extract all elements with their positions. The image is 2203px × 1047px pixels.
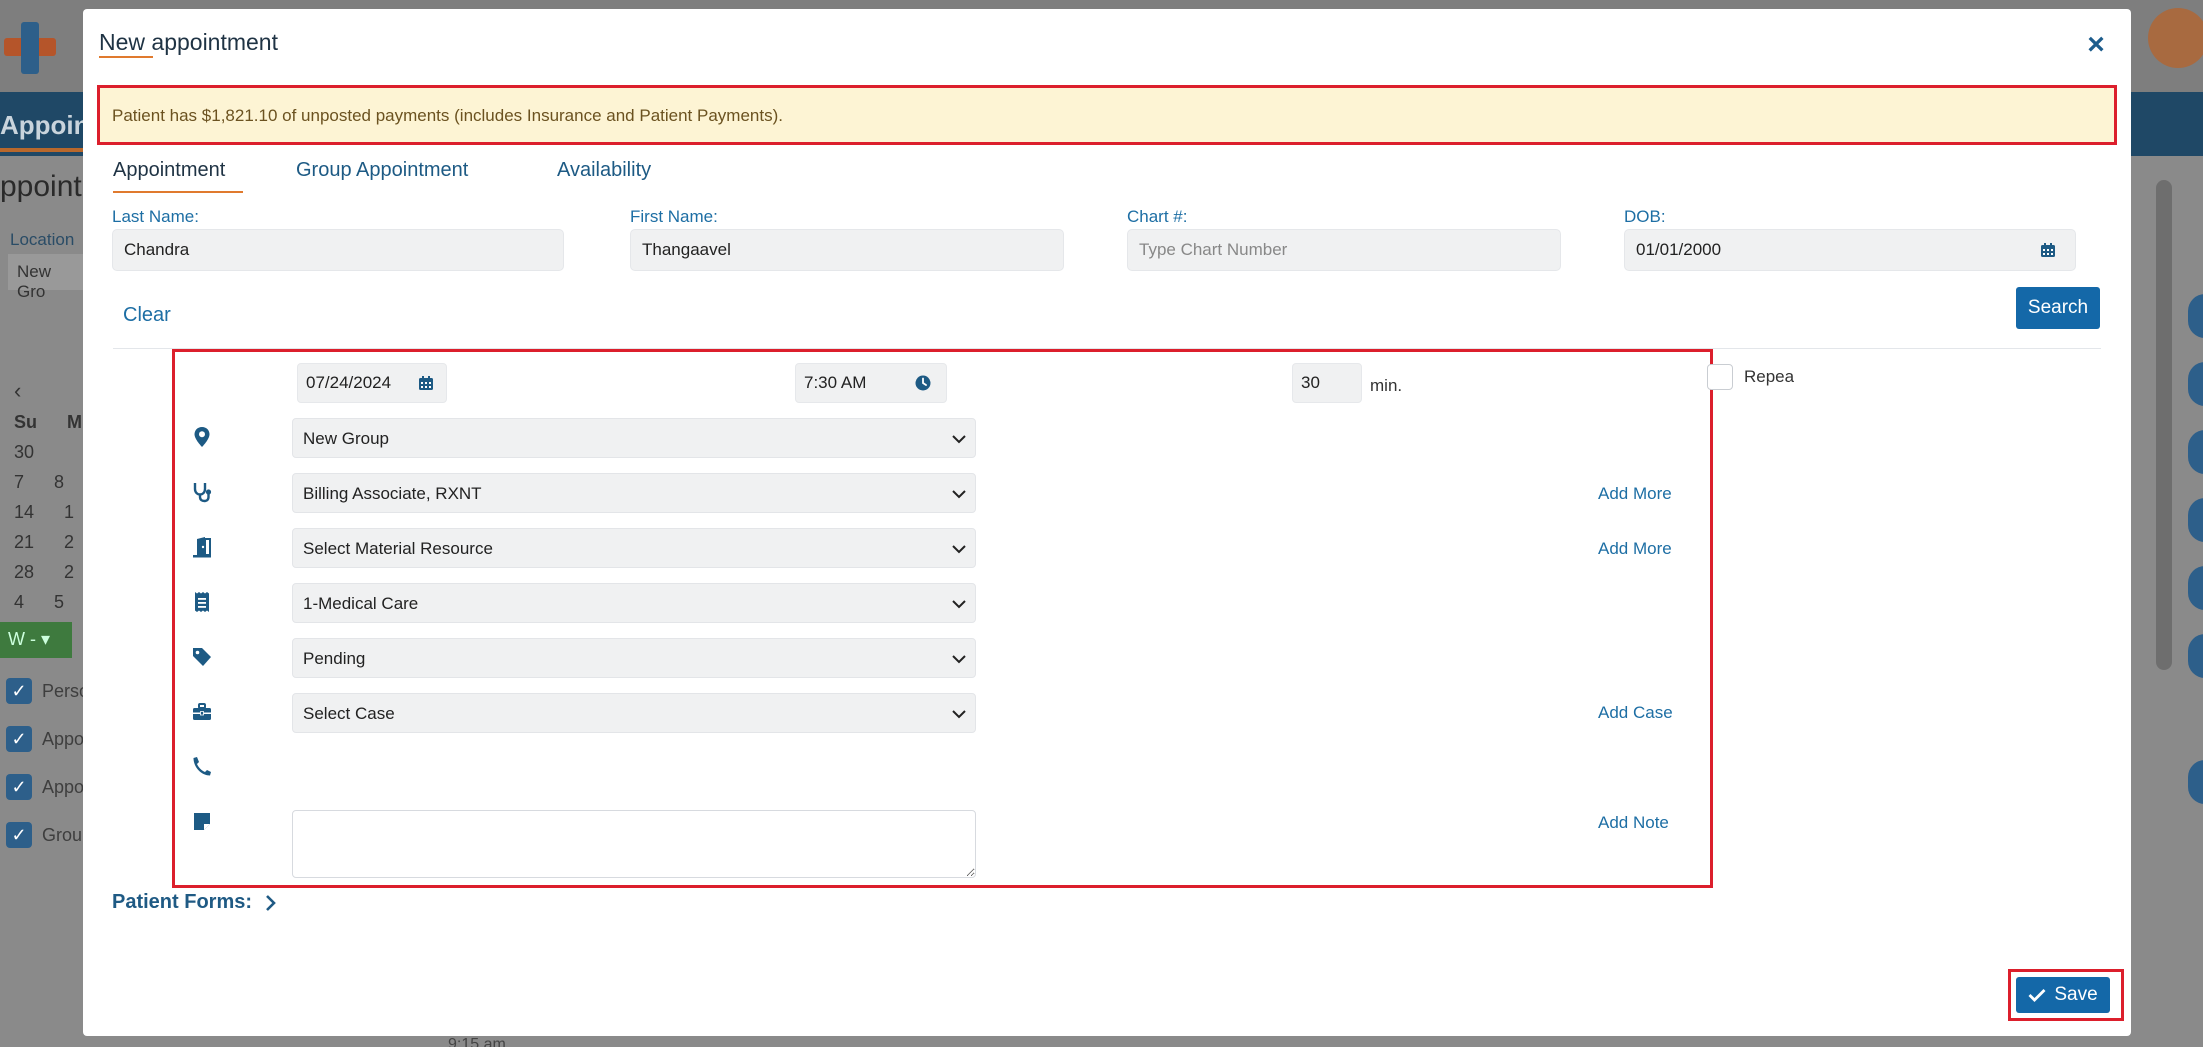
new-appointment-modal: New appointment × Patient has $1,821.10 … [83,9,2131,1036]
checkbox-checked-icon[interactable]: ✓ [6,726,32,752]
checklist-label: Appo [42,777,85,797]
chart-number-label: Chart #: [1127,207,1188,226]
calendar-icon[interactable] [418,375,434,391]
location-select[interactable]: New Group [292,418,976,458]
add-note-link[interactable]: Add Note [1598,813,1669,833]
location-pin-icon [194,427,210,447]
add-more-provider-link[interactable]: Add More [1598,484,1672,504]
week-view-button[interactable]: W - ▾ [0,622,72,658]
nav-item-appointments[interactable]: Appoin [0,110,90,141]
unposted-payments-alert: Patient has $1,821.10 of unposted paymen… [97,85,2117,145]
add-case-link[interactable]: Add Case [1598,703,1673,723]
sticky-note-icon [194,813,210,830]
tab-appointment[interactable]: Appointment [113,159,225,182]
mini-calendar: Su M 30 78 14 1 21 2 28 2 45 [14,412,82,622]
duration-unit-label: min. [1370,376,1403,395]
calendar-day[interactable]: 14 [14,502,34,532]
tab-availability[interactable]: Availability [557,159,651,182]
active-tab-indicator [113,191,243,193]
repeat-label: Repeat [1744,367,1794,386]
chevron-right-icon [265,894,276,911]
phone-icon [193,757,211,776]
chevron-down-icon [952,545,966,554]
save-highlight: Save [2008,969,2124,1021]
chevron-down-icon [952,435,966,444]
first-name-label: First Name: [630,207,718,226]
dob-label: DOB: [1624,207,1666,226]
chevron-down-icon [952,600,966,609]
chevron-down-icon [952,490,966,499]
clock-icon[interactable] [915,375,931,391]
scrollbar[interactable] [2156,180,2172,670]
checklist-label: Perso [42,681,90,701]
checklist-label: Grou [42,825,83,845]
time-slot-label: 9:15 am [448,1036,506,1047]
case-select[interactable]: Select Case [292,693,976,733]
calendar-icon[interactable] [2040,242,2056,258]
checkbox-checked-icon[interactable]: ✓ [6,774,32,800]
status-select[interactable]: Pending [292,638,976,678]
close-icon[interactable]: × [2082,30,2110,60]
calendar-day[interactable]: 2 [64,562,74,592]
title-underline [99,56,153,58]
patient-forms-toggle[interactable]: Patient Forms: [112,891,276,914]
chevron-down-icon [952,655,966,664]
clear-link[interactable]: Clear [123,304,171,327]
location-label: Location [10,230,75,249]
briefcase-icon [193,703,211,720]
first-name-input[interactable] [630,229,1064,271]
repeat-checkbox[interactable] [1707,364,1733,390]
location-select[interactable]: New Gro [8,254,88,301]
chevron-down-icon [952,710,966,719]
chevron-left-icon[interactable]: ‹ [14,378,21,404]
chart-number-input[interactable] [1127,229,1561,271]
note-textarea[interactable] [292,810,976,878]
avatar[interactable] [2148,8,2203,68]
last-name-input[interactable] [112,229,564,271]
provider-select[interactable]: Billing Associate, RXNT [292,473,976,513]
visit-type-select[interactable]: 1-Medical Care [292,583,976,623]
material-resource-select[interactable]: Select Material Resource [292,528,976,568]
modal-title: New appointment [99,29,278,55]
checkbox-checked-icon[interactable]: ✓ [6,678,32,704]
checkmark-icon [2028,989,2046,1002]
patient-forms-label: Patient Forms: [112,891,253,913]
page-title: ppoint [0,170,82,203]
calendar-day-header: Su [14,412,38,432]
search-button[interactable]: Search [2016,287,2100,329]
door-open-icon [193,537,211,558]
duration-input[interactable] [1292,363,1362,403]
last-name-label: Last Name: [112,207,199,226]
calendar-day[interactable]: 1 [64,502,74,532]
calendar-day[interactable]: 7 [14,472,24,502]
dob-input[interactable] [1624,229,2076,271]
appointment-details-section: min. Repeat New Group Billing Associate,… [172,349,1794,888]
add-more-resource-link[interactable]: Add More [1598,539,1672,559]
save-button[interactable]: Save [2016,977,2110,1013]
calendar-day[interactable]: 21 [14,532,34,562]
checklist-label: Appo [42,729,85,749]
receipt-icon [195,592,209,612]
stethoscope-icon [193,483,212,503]
calendar-day[interactable]: 2 [64,532,74,562]
calendar-day[interactable]: 30 [14,442,34,472]
app-logo [4,22,64,74]
calendar-day[interactable]: 5 [54,592,64,622]
calendar-day[interactable]: 8 [54,472,64,502]
calendar-day-header: M [67,412,83,432]
checkbox-checked-icon[interactable]: ✓ [6,822,32,848]
calendar-day[interactable]: 4 [14,592,24,622]
tab-group-appointment[interactable]: Group Appointment [296,159,468,182]
calendar-day[interactable]: 28 [14,562,34,592]
tag-icon [193,648,211,666]
